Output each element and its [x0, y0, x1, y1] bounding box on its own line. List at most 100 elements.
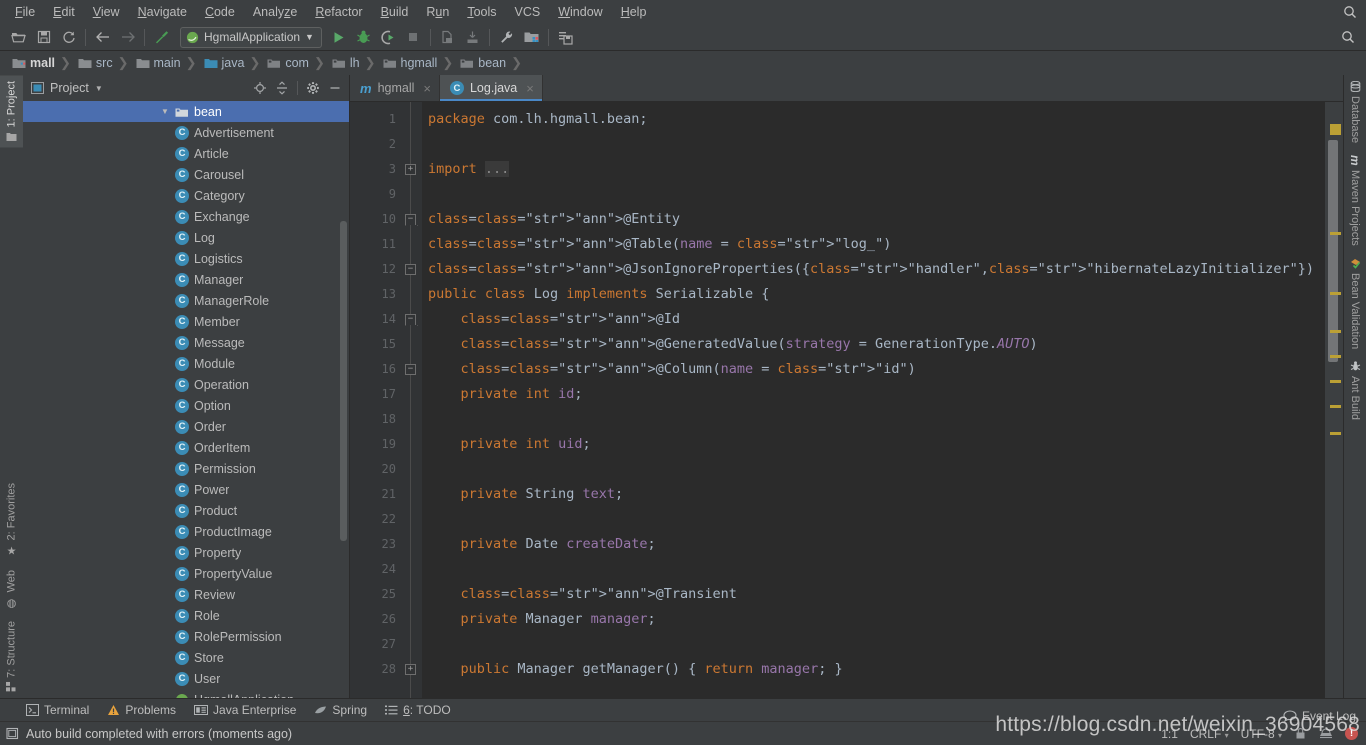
tool-window-todo[interactable]: 6: TODO [385, 703, 451, 717]
chevron-down-icon[interactable]: ▼ [305, 32, 314, 42]
tree-item-article[interactable]: C Article [23, 143, 349, 164]
code-line[interactable]: class=class="str">"ann">@Transient [422, 582, 1325, 607]
tree-item-review[interactable]: C Review [23, 584, 349, 605]
code-line[interactable]: private String text; [422, 482, 1325, 507]
code-line[interactable] [422, 507, 1325, 532]
breadcrumb-item-hgmall[interactable]: hgmall [379, 56, 440, 70]
menu-item-vcs[interactable]: VCS [506, 3, 550, 21]
tree-item-order[interactable]: C Order [23, 416, 349, 437]
tree-item-role[interactable]: C Role [23, 605, 349, 626]
update-project-icon[interactable] [435, 26, 460, 49]
back-arrow-icon[interactable] [90, 26, 115, 49]
sidebar-item-web[interactable]: ◍ Web [0, 564, 23, 615]
code-line[interactable] [422, 557, 1325, 582]
breadcrumb-item-java[interactable]: java [200, 56, 247, 70]
marker-warning[interactable] [1330, 232, 1341, 235]
settings-wrench-icon[interactable] [494, 26, 519, 49]
menu-item-navigate[interactable]: Navigate [129, 3, 196, 21]
breadcrumb-item-src[interactable]: src [74, 56, 115, 70]
forward-arrow-icon[interactable] [115, 26, 140, 49]
menu-item-help[interactable]: Help [612, 3, 656, 21]
breadcrumb-item-mall[interactable]: mall [8, 56, 57, 70]
code-line[interactable] [422, 182, 1325, 207]
editor-marker-bar[interactable] [1325, 102, 1343, 698]
marker-warning[interactable] [1330, 292, 1341, 295]
tree-item-product[interactable]: C Product [23, 500, 349, 521]
menu-item-run[interactable]: Run [417, 3, 458, 21]
tree-item-bean[interactable]: ▼ bean [23, 101, 349, 122]
sidebar-item-project[interactable]: 1: Project [0, 75, 23, 148]
code-line[interactable]: class=class="str">"ann">@Column(name = c… [422, 357, 1325, 382]
locate-target-icon[interactable] [250, 78, 270, 98]
chevron-down-icon[interactable]: ▼ [161, 107, 170, 116]
tree-item-power[interactable]: C Power [23, 479, 349, 500]
build-hammer-icon[interactable] [149, 26, 174, 49]
project-structure-icon[interactable] [519, 26, 544, 49]
project-panel-title[interactable]: Project ▼ [31, 81, 103, 95]
tree-item-message[interactable]: C Message [23, 332, 349, 353]
code-line[interactable]: private int uid; [422, 432, 1325, 457]
file-encoding[interactable]: UTF-8 ▾ [1241, 727, 1282, 741]
tree-item-manager[interactable]: C Manager [23, 269, 349, 290]
editor-tab-log-java[interactable]: C Log.java × [439, 75, 543, 101]
tree-item-advertisement[interactable]: C Advertisement [23, 122, 349, 143]
menu-item-build[interactable]: Build [372, 3, 418, 21]
tree-item-rolepermission[interactable]: C RolePermission [23, 626, 349, 647]
code-content[interactable]: package com.lh.hgmall.bean; import ... c… [422, 102, 1325, 698]
editor-scrollbar-thumb[interactable] [1328, 140, 1338, 362]
tree-item-category[interactable]: C Category [23, 185, 349, 206]
menu-item-code[interactable]: Code [196, 3, 244, 21]
tree-item-orderitem[interactable]: C OrderItem [23, 437, 349, 458]
menu-item-view[interactable]: View [84, 3, 129, 21]
settings-gear-icon[interactable] [303, 78, 323, 98]
sidebar-item-ant-build[interactable]: Ant Build [1344, 355, 1366, 426]
open-folder-icon[interactable] [6, 26, 31, 49]
status-message[interactable]: Auto build completed with errors (moment… [6, 727, 292, 741]
run-configuration-selector[interactable]: HgmallApplication ▼ [180, 26, 322, 48]
code-editor[interactable]: 1 2 +3 9−10 11−12 13−14 15−16 17 18 19 20 21 22 23 24 2… [350, 102, 1343, 698]
menu-item-edit[interactable]: Edit [44, 3, 84, 21]
tree-item-operation[interactable]: C Operation [23, 374, 349, 395]
run-with-coverage-icon[interactable] [376, 26, 401, 49]
code-line[interactable]: class=class="str">"ann">@Entity [422, 207, 1325, 232]
menu-item-analyze[interactable]: Analyze [244, 3, 306, 21]
tree-scrollbar[interactable] [340, 221, 347, 541]
tool-window-java-enterprise[interactable]: Java Enterprise [194, 703, 296, 717]
sidebar-item-maven-projects[interactable]: m Maven Projects [1344, 149, 1366, 251]
marker-warning[interactable] [1330, 124, 1341, 135]
tree-item-log[interactable]: C Log [23, 227, 349, 248]
code-line[interactable]: private Manager manager; [422, 607, 1325, 632]
code-line[interactable]: package com.lh.hgmall.bean; [422, 107, 1325, 132]
chevron-down-icon[interactable]: ▼ [95, 84, 103, 93]
tool-window-problems[interactable]: Problems [107, 703, 176, 717]
code-line[interactable]: class=class="str">"ann">@Table(name = cl… [422, 232, 1325, 257]
line-separator[interactable]: CRLF ▾ [1190, 727, 1229, 741]
marker-warning[interactable] [1330, 405, 1341, 408]
tree-item-exchange[interactable]: C Exchange [23, 206, 349, 227]
sidebar-item-favorites[interactable]: ★ 2: Favorites [0, 477, 23, 563]
tree-item-user[interactable]: C User [23, 668, 349, 689]
search-everywhere-icon[interactable] [1340, 2, 1360, 22]
marker-warning[interactable] [1330, 380, 1341, 383]
debug-icon[interactable] [351, 26, 376, 49]
code-line[interactable] [422, 632, 1325, 657]
sidebar-item-structure[interactable]: 7: Structure [0, 615, 23, 698]
code-line[interactable]: class=class="str">"ann">@GeneratedValue(… [422, 332, 1325, 357]
breadcrumb-item-bean[interactable]: bean [456, 56, 508, 70]
tool-window-spring[interactable]: Spring [314, 703, 367, 717]
caret-position[interactable]: 1:1 [1161, 727, 1178, 741]
tree-item-hgmallapplication[interactable]: HgmallApplication [23, 689, 349, 698]
tree-item-logistics[interactable]: C Logistics [23, 248, 349, 269]
code-line[interactable] [422, 132, 1325, 157]
menu-item-tools[interactable]: Tools [458, 3, 505, 21]
close-icon[interactable]: × [526, 81, 534, 96]
toolbar-search-icon[interactable] [1338, 27, 1358, 47]
tool-window-terminal[interactable]: Terminal [26, 703, 89, 717]
menu-item-window[interactable]: Window [549, 3, 611, 21]
code-line[interactable]: public class Log implements Serializable… [422, 282, 1325, 307]
breadcrumb-item-lh[interactable]: lh [328, 56, 362, 70]
tree-item-member[interactable]: C Member [23, 311, 349, 332]
tree-item-carousel[interactable]: C Carousel [23, 164, 349, 185]
menu-item-file[interactable]: File [6, 3, 44, 21]
tree-item-option[interactable]: C Option [23, 395, 349, 416]
